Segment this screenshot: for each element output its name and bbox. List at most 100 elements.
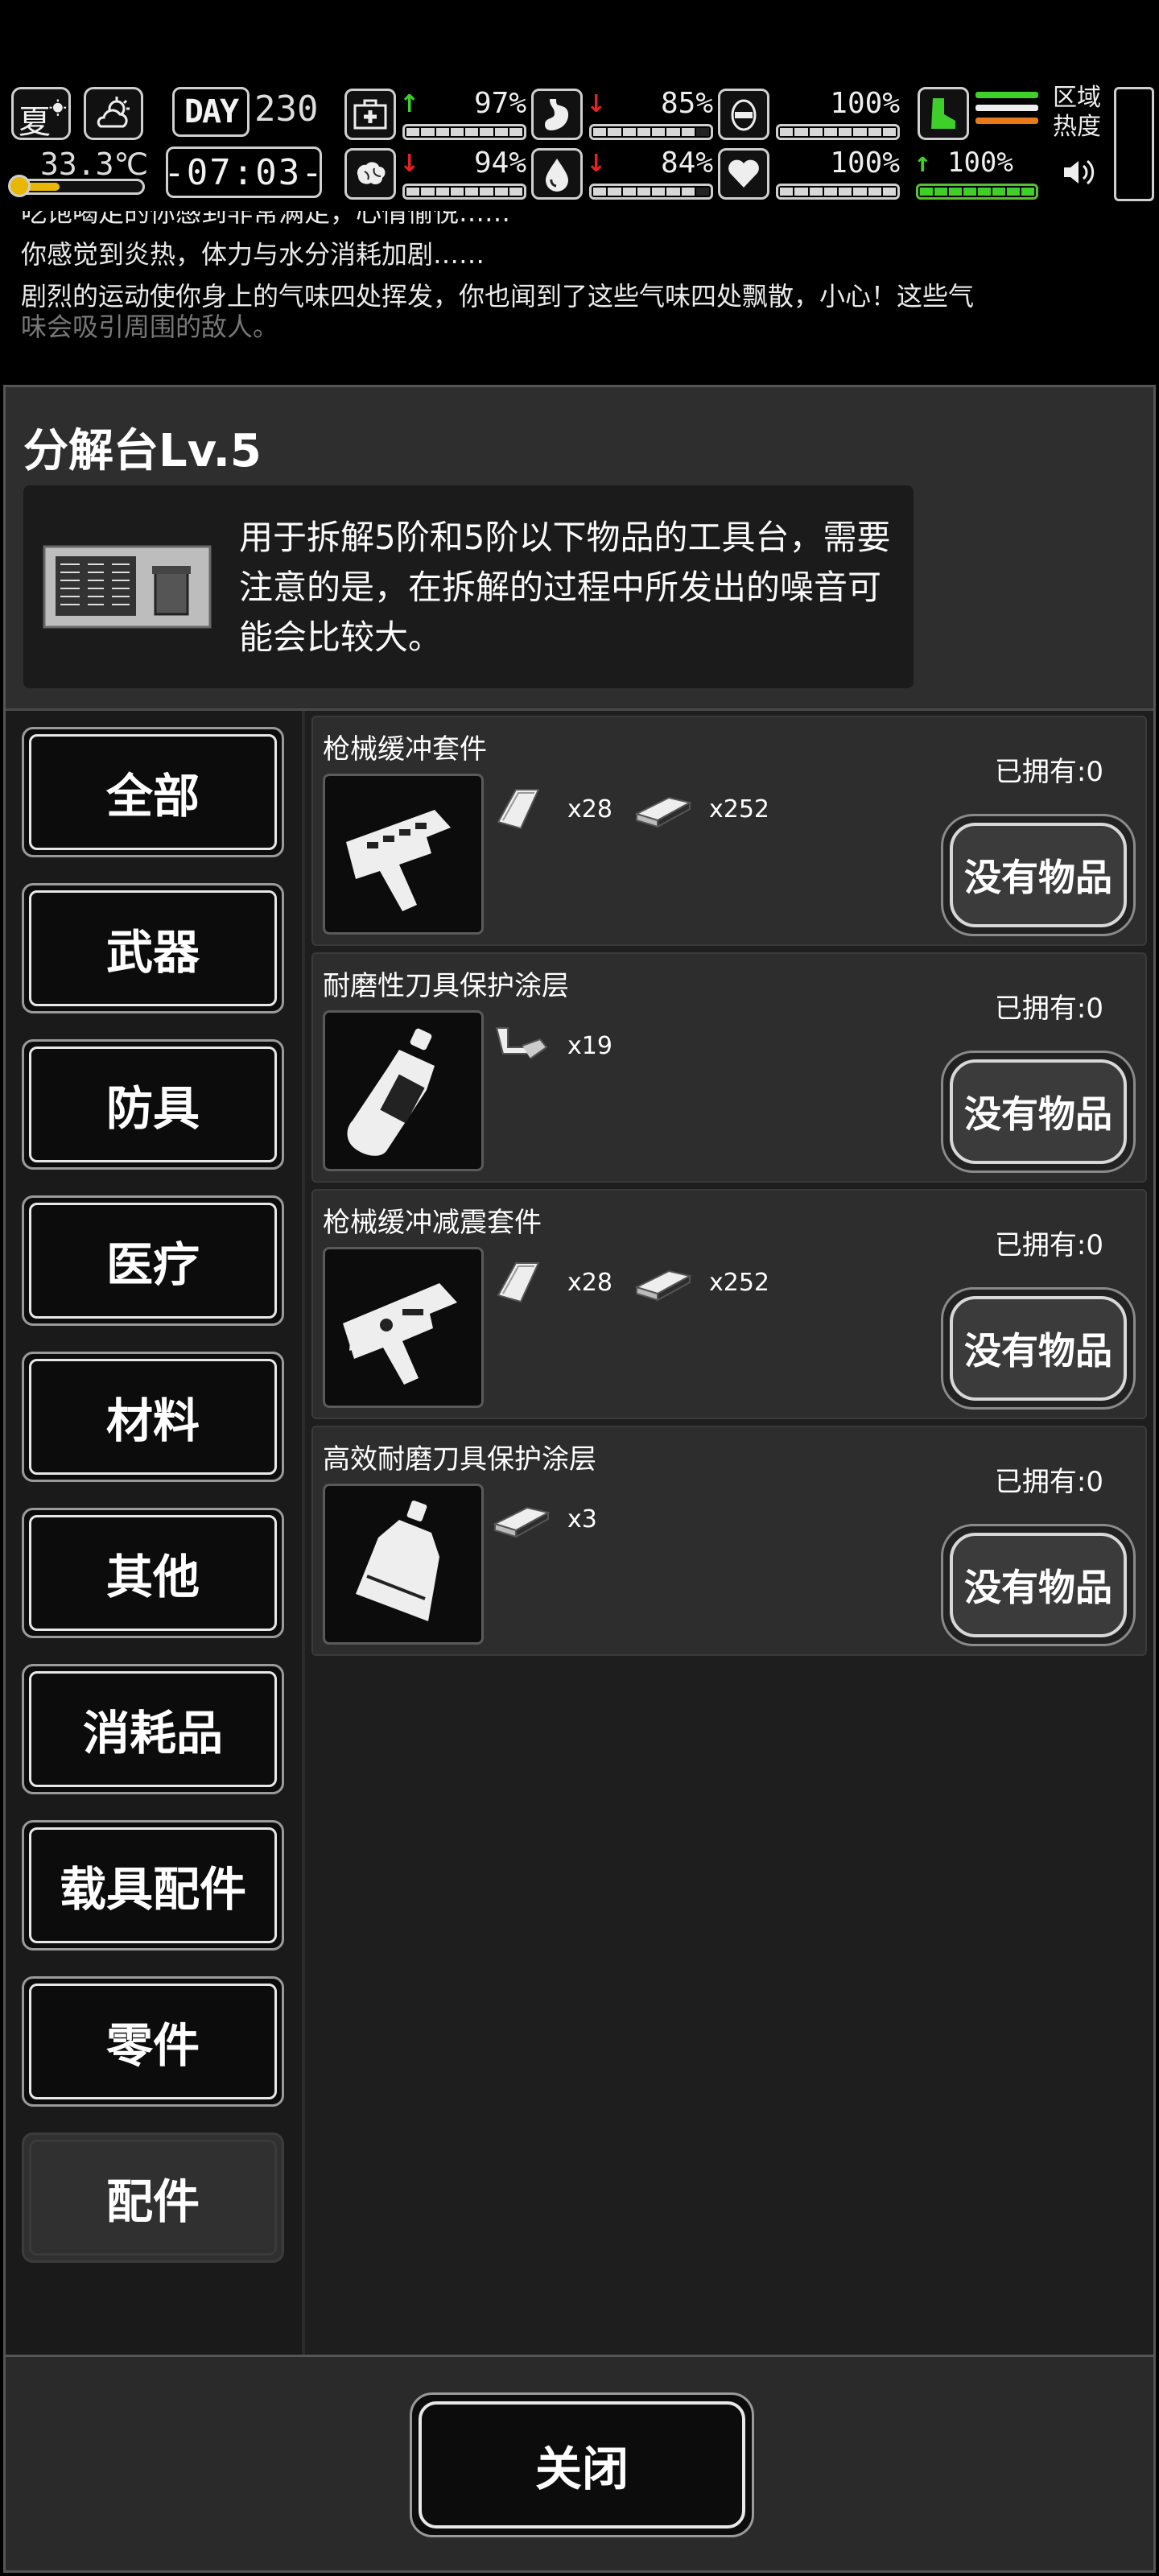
log-line: 你感觉到炎热，体力与水分消耗加剧……: [21, 239, 485, 270]
temperature-readout: 33.3℃: [40, 147, 149, 182]
no-item-button[interactable]: 没有物品: [941, 814, 1136, 936]
stat-percent: 97%: [473, 87, 526, 120]
day-label: DAY: [172, 87, 250, 137]
close-button-label: 关闭: [534, 2442, 629, 2496]
stat-bar: [589, 184, 713, 200]
item-name: 枪械缓冲套件: [323, 733, 487, 766]
material-quantity: x3: [567, 1505, 597, 1534]
item-name: 枪械缓冲减震套件: [323, 1207, 542, 1239]
stamina-percent-value: 100%: [947, 147, 1013, 179]
stat-gauge: 100%: [718, 87, 900, 143]
status-hud: 夏 33.3℃ DAY 230 -07:03- ↑ 97% ↓ 85% 100% ↓ 94%…: [0, 80, 1159, 209]
station-description-card: 用于拆解5阶和5阶以下物品的工具台，需要注意的是，在拆解的过程中所发出的噪音可能…: [23, 485, 914, 688]
stat-percent: 100%: [830, 87, 900, 120]
weather-icon-box: [84, 87, 143, 140]
side-panel-slot[interactable]: [1114, 87, 1154, 201]
stat-percent: 100%: [830, 147, 900, 180]
spray-can-icon: [356, 1501, 439, 1621]
material-quantity: x252: [709, 795, 770, 824]
category-tab[interactable]: 防具: [22, 1039, 284, 1170]
category-tab[interactable]: 配件: [22, 2132, 284, 2263]
category-tab[interactable]: 材料: [22, 1352, 284, 1482]
no-item-button[interactable]: 没有物品: [941, 1287, 1136, 1410]
stat-bar: [402, 184, 526, 200]
down-arrow-icon: ↓: [586, 150, 607, 178]
station-title: 分解台Lv.5: [23, 425, 262, 477]
boot-icon: [931, 98, 955, 129]
stamina-bar: [916, 184, 1038, 200]
no-item-button-label: 没有物品: [964, 1092, 1112, 1136]
season-indicator: 夏: [11, 87, 71, 141]
category-tab[interactable]: 医疗: [22, 1195, 284, 1326]
stat-gauge: ↑ 97%: [344, 87, 526, 143]
category-sidebar: 全部武器防具医疗材料其他消耗品载具配件零件配件: [6, 711, 302, 2355]
category-tab-label: 载具配件: [59, 1862, 246, 1917]
season-label: 夏: [19, 104, 51, 141]
brain-icon: [344, 148, 396, 200]
material-requirement: x28: [492, 1258, 612, 1307]
no-item-button[interactable]: 没有物品: [941, 1524, 1136, 1646]
close-button[interactable]: 关闭: [410, 2392, 754, 2537]
category-tab[interactable]: 武器: [22, 883, 284, 1013]
stamina-percent: ↑ 100%: [914, 147, 1013, 179]
medkit-icon: [344, 89, 396, 140]
category-tab[interactable]: 零件: [22, 1976, 284, 2107]
item-image[interactable]: [323, 774, 484, 935]
cloudy-sun-icon: [97, 97, 130, 128]
stat-gauge: 100%: [718, 147, 900, 203]
mask-icon: [718, 89, 769, 140]
item-image[interactable]: [323, 1484, 484, 1645]
category-tab[interactable]: 其他: [22, 1508, 284, 1638]
item-image[interactable]: [323, 1010, 484, 1171]
water-drop-icon: [531, 148, 583, 200]
stat-bar: [589, 124, 713, 140]
message-log: 吃饱喝足的你感到非常满足，心情愉悦…… 你感觉到炎热，体力与水分消耗加剧…… 剧…: [0, 211, 1159, 372]
category-tab-label: 防具: [105, 1081, 200, 1136]
material-quantity: x252: [709, 1268, 770, 1297]
category-tab[interactable]: 全部: [22, 727, 284, 857]
up-arrow-icon: ↑: [399, 90, 420, 118]
material-requirement: x252: [633, 785, 769, 833]
speaker-icon[interactable]: [1059, 153, 1098, 192]
owned-count: 已拥有:0: [994, 1229, 1103, 1261]
heart-icon: [718, 148, 769, 200]
category-tab-label: 零件: [105, 2018, 200, 2073]
category-tab-label: 配件: [105, 2174, 200, 2229]
stat-gauge: ↓ 84%: [531, 147, 713, 203]
stat-bar: [776, 184, 900, 200]
stat-gauge: ↓ 85%: [531, 87, 713, 143]
no-item-button[interactable]: 没有物品: [941, 1051, 1136, 1173]
item-row: 枪械缓冲减震套件 x28 x252 已拥有:0 没有物品: [311, 1189, 1147, 1419]
panel-footer: 关闭: [6, 2355, 1153, 2570]
gun-shock-absorber-kit-icon: [343, 1283, 457, 1385]
category-tab[interactable]: 载具配件: [22, 1820, 284, 1951]
item-image[interactable]: [323, 1247, 484, 1408]
item-name: 高效耐磨刀具保护涂层: [323, 1443, 596, 1476]
material-requirement: x252: [633, 1258, 769, 1307]
stamina-boot-box: [918, 87, 969, 140]
owned-count: 已拥有:0: [994, 993, 1103, 1025]
station-description: 用于拆解5阶和5阶以下物品的工具台，需要注意的是，在拆解的过程中所发出的噪音可能…: [239, 518, 891, 657]
stat-bar: [402, 124, 526, 140]
day-counter: 230: [254, 89, 319, 130]
dismantle-panel: 分解台Lv.5 用于拆解5阶和5阶以下物品的工具台，需要注意的是，在拆解的过程中…: [3, 385, 1156, 2573]
material-quantity: x28: [567, 1268, 612, 1297]
stat-percent: 94%: [473, 147, 526, 180]
workbench-icon: [43, 545, 212, 629]
owned-count: 已拥有:0: [994, 756, 1103, 788]
material-requirement: x19: [492, 1022, 612, 1070]
no-item-button-label: 没有物品: [964, 856, 1112, 899]
no-item-button-label: 没有物品: [964, 1566, 1112, 1609]
category-tab-label: 消耗品: [82, 1706, 223, 1761]
owned-count: 已拥有:0: [994, 1466, 1103, 1498]
thermometer-bulb: [8, 175, 31, 197]
item-row: 耐磨性刀具保护涂层 x19 已拥有:0 没有物品: [311, 952, 1147, 1183]
material-requirement: x28: [492, 785, 612, 833]
item-name: 耐磨性刀具保护涂层: [323, 970, 569, 1002]
category-tab[interactable]: 消耗品: [22, 1664, 284, 1794]
category-tab-label: 材料: [105, 1393, 200, 1448]
status-flag-lines: [975, 92, 1038, 130]
category-tab-label: 武器: [105, 925, 200, 980]
item-list: 枪械缓冲套件 x28 x252 已拥有:0 没有物品 耐磨性刀具保护涂层 x19 已拥有:0 没…: [305, 711, 1153, 2355]
category-tab-label: 全部: [105, 769, 200, 824]
